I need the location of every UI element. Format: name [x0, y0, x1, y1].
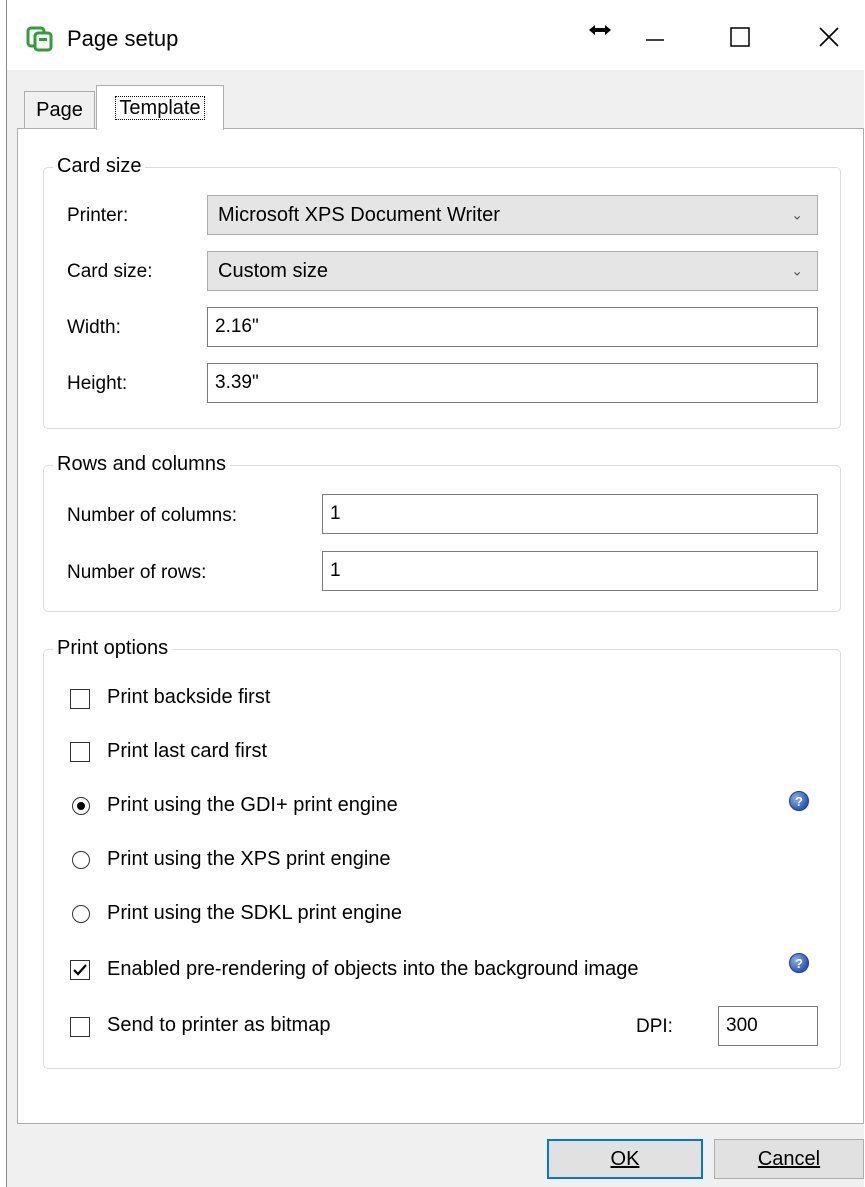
close-icon	[819, 27, 839, 47]
rows-input[interactable]: 1	[322, 551, 818, 591]
engine-xps-label[interactable]: Print using the XPS print engine	[107, 848, 391, 871]
title-bar[interactable]: Page setup	[7, 0, 864, 70]
send-bitmap-checkbox[interactable]	[70, 1017, 90, 1037]
tab-page-label: Page	[36, 98, 83, 121]
minimize-button[interactable]	[625, 12, 685, 62]
printer-select-value: Microsoft XPS Document Writer	[218, 203, 500, 226]
ok-button[interactable]: OK	[547, 1139, 703, 1179]
engine-sdkl-label[interactable]: Print using the SDKL print engine	[107, 902, 402, 925]
engine-gdi-label[interactable]: Print using the GDI+ print engine	[107, 794, 398, 817]
tab-page[interactable]: Page	[24, 91, 95, 128]
print-last-card-first-checkbox[interactable]	[70, 742, 90, 762]
printer-label: Printer:	[67, 205, 129, 226]
height-label: Height:	[67, 373, 128, 394]
help-icon[interactable]: ?	[789, 791, 809, 811]
ok-button-label: OK	[610, 1147, 640, 1170]
minimize-icon	[646, 39, 664, 41]
tab-template-label: Template	[115, 96, 205, 120]
printer-select[interactable]: Microsoft XPS Document Writer ⌄	[207, 195, 818, 235]
columns-input[interactable]: 1	[322, 494, 818, 534]
window-title: Page setup	[67, 26, 179, 51]
engine-sdkl-radio[interactable]	[72, 905, 90, 923]
card-size-select-value: Custom size	[218, 259, 329, 282]
checkmark-icon	[73, 964, 87, 976]
card-size-select[interactable]: Custom size ⌄	[207, 251, 818, 291]
prerender-checkbox[interactable]	[70, 960, 90, 980]
width-input[interactable]: 2.16"	[207, 307, 818, 347]
help-icon[interactable]: ?	[789, 953, 809, 973]
dpi-label: DPI:	[636, 1016, 673, 1037]
card-app-icon	[26, 26, 53, 52]
print-backside-first-label[interactable]: Print backside first	[107, 686, 270, 709]
resize-arrows-icon	[580, 10, 620, 50]
maximize-button[interactable]	[710, 12, 770, 62]
maximize-icon	[730, 27, 750, 47]
width-label: Width:	[67, 317, 121, 338]
rows-columns-group-title: Rows and columns	[53, 453, 230, 476]
engine-gdi-radio[interactable]	[72, 797, 90, 815]
rows-label: Number of rows:	[67, 562, 207, 583]
chevron-down-icon: ⌄	[791, 206, 803, 223]
print-last-card-first-label[interactable]: Print last card first	[107, 740, 267, 763]
card-size-group-title: Card size	[53, 155, 146, 178]
cancel-button-label: Cancel	[757, 1147, 821, 1170]
close-button[interactable]	[799, 12, 859, 62]
print-backside-first-checkbox[interactable]	[70, 689, 90, 709]
dpi-input[interactable]: 300	[718, 1006, 818, 1046]
chevron-down-icon: ⌄	[791, 262, 803, 279]
tab-template[interactable]: Template	[96, 85, 224, 130]
height-input[interactable]: 3.39"	[207, 363, 818, 403]
card-size-label: Card size:	[67, 261, 153, 282]
prerender-label[interactable]: Enabled pre-rendering of objects into th…	[107, 958, 638, 981]
engine-xps-radio[interactable]	[72, 851, 90, 869]
print-options-group-title: Print options	[53, 637, 173, 660]
send-bitmap-label[interactable]: Send to printer as bitmap	[107, 1014, 330, 1037]
columns-label: Number of columns:	[67, 505, 238, 526]
cancel-button[interactable]: Cancel	[714, 1139, 864, 1179]
